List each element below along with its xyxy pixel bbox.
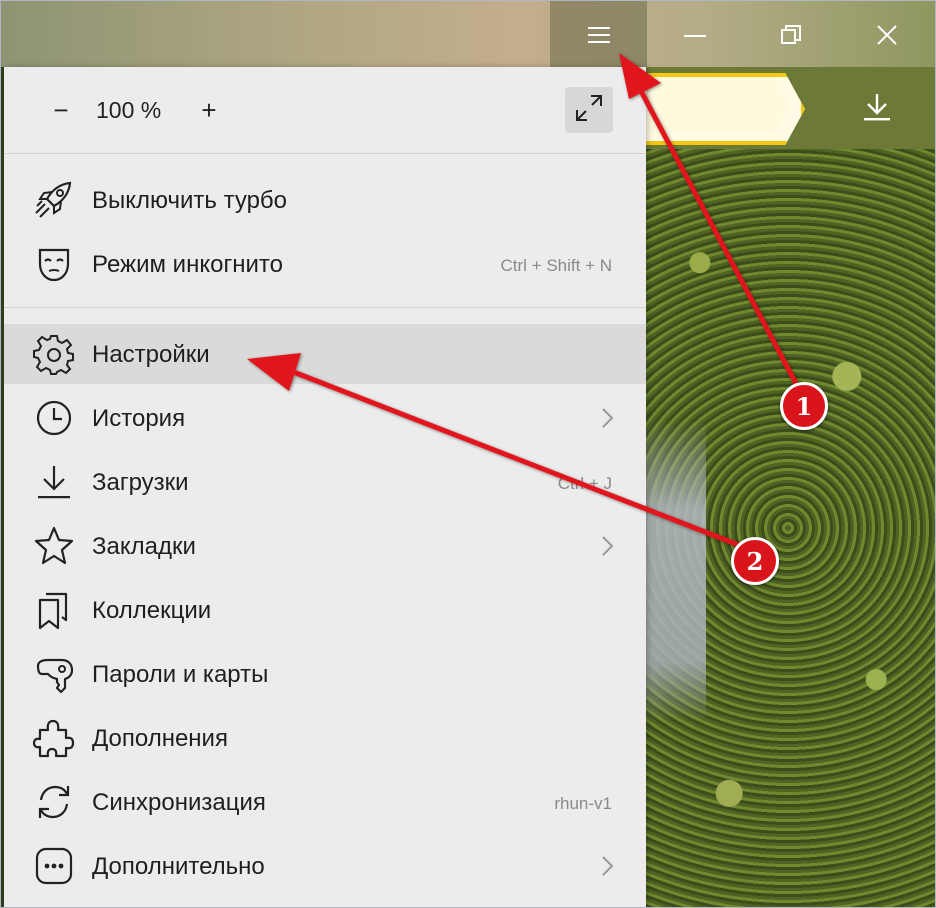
menu-separator <box>4 153 646 154</box>
menu-item-collections[interactable]: Коллекции <box>4 580 646 640</box>
menu-item-bookmarks[interactable]: Закладки <box>4 516 646 576</box>
collections-icon <box>32 588 76 632</box>
step-badge-1: 1 <box>780 382 828 430</box>
star-icon <box>32 524 76 568</box>
minimize-icon <box>684 25 706 45</box>
menu-item-settings[interactable]: Настройки <box>4 324 646 384</box>
menu-item-label: Синхронизация <box>92 789 266 816</box>
download-icon <box>863 92 891 127</box>
zoom-out-button[interactable]: − <box>44 93 78 127</box>
menu-item-label: Режим инкогнито <box>92 251 283 278</box>
menu-item-label: Закладки <box>92 533 196 560</box>
hamburger-icon <box>588 25 610 45</box>
menu-item-label: Выключить турбо <box>92 187 288 214</box>
menu-item-turbo[interactable]: Выключить турбо <box>4 170 646 230</box>
sync-account-name: rhun-v1 <box>554 794 612 813</box>
menu-item-extensions[interactable]: Дополнения <box>4 708 646 768</box>
browser-main-menu: − 100 % + Выключить турбо Режим инкогнит… <box>4 67 646 907</box>
sync-icon <box>32 780 76 824</box>
shortcut-hint: Ctrl + Shift + N <box>500 256 612 275</box>
menu-item-label: Загрузки <box>92 469 189 496</box>
downloads-toolbar-button[interactable] <box>855 87 899 131</box>
chevron-right-icon <box>602 856 614 876</box>
chevron-right-icon <box>602 408 614 428</box>
restore-icon <box>780 24 802 46</box>
fullscreen-button[interactable] <box>565 87 613 133</box>
menu-item-label: Коллекции <box>92 597 212 624</box>
close-window-button[interactable] <box>867 15 907 55</box>
browser-window: − 100 % + Выключить турбо Режим инкогнит… <box>0 0 936 908</box>
main-menu-button[interactable] <box>579 15 619 55</box>
menu-item-more[interactable]: Дополнительно <box>4 836 646 896</box>
puzzle-icon <box>32 716 76 760</box>
zoom-controls: − 100 % + <box>4 67 646 153</box>
more-icon <box>32 844 76 888</box>
close-icon <box>876 24 898 46</box>
download-icon <box>32 460 76 504</box>
menu-item-label: Пароли и карты <box>92 661 269 688</box>
menu-item-label: Дополнения <box>92 725 228 752</box>
shortcut-hint: Ctrl + J <box>557 474 612 493</box>
menu-item-label: История <box>92 405 186 432</box>
zoom-in-button[interactable]: + <box>192 93 226 127</box>
rocket-icon <box>32 178 76 222</box>
gear-icon <box>32 332 76 376</box>
restore-button[interactable] <box>771 15 811 55</box>
omnibox-field[interactable] <box>641 77 791 133</box>
page-background-detail <box>646 421 706 721</box>
menu-item-history[interactable]: История <box>4 388 646 448</box>
menu-separator <box>4 307 646 308</box>
zoom-level: 100 % <box>96 97 162 123</box>
chevron-right-icon <box>602 536 614 556</box>
menu-item-incognito[interactable]: Режим инкогнито Ctrl + Shift + N <box>4 234 646 294</box>
clock-icon <box>32 396 76 440</box>
menu-item-label: Настройки <box>92 341 210 368</box>
mask-icon <box>32 242 76 286</box>
menu-item-downloads[interactable]: Загрузки Ctrl + J <box>4 452 646 512</box>
key-icon <box>32 652 76 696</box>
minimize-button[interactable] <box>675 15 715 55</box>
menu-item-passwords[interactable]: Пароли и карты <box>4 644 646 704</box>
menu-item-sync[interactable]: Синхронизация rhun-v1 <box>4 772 646 832</box>
step-badge-2: 2 <box>731 537 779 585</box>
fullscreen-icon <box>574 93 604 128</box>
menu-item-label: Дополнительно <box>92 853 265 880</box>
